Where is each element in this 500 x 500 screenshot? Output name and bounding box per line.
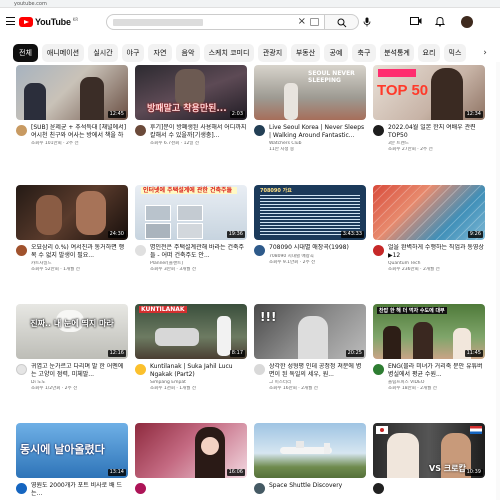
video-duration: 13:14 — [107, 469, 126, 476]
video-meta: 조회수 1천회 · 1개월 전 — [150, 386, 196, 391]
video-grid: 12:45 [SUB] 윤제균 + 추석특대 [채널에서] 여시천 친구와 여사… — [0, 0, 500, 500]
video-thumbnail[interactable]: 12:45 — [16, 65, 128, 120]
video-thumbnail[interactable]: 진짜.. 내 눈에 띄지 마라 12:16 — [16, 304, 128, 359]
video-duration: 12:34 — [464, 111, 483, 118]
video-duration: 19:36 — [226, 231, 245, 238]
video-duration: 12:16 — [107, 350, 126, 357]
video-thumbnail[interactable]: 24:30 — [16, 185, 128, 240]
video-thumbnail[interactable]: 708090 가요 3:43:33 — [254, 185, 366, 240]
video-thumbnail[interactable]: 찬밥 한 해 더 먹자 수도에 대부 11:45 — [373, 304, 485, 359]
video-duration: 12:45 — [107, 111, 126, 118]
video-title[interactable]: 708090 시대별 애창곡(1998) — [269, 244, 366, 252]
video-thumbnail[interactable]: !!! 20:25 — [254, 304, 366, 359]
video-meta: 조회수 52만회 · 1개월 전 — [31, 267, 80, 272]
channel-avatar[interactable] — [135, 483, 146, 494]
video-duration: 10:39 — [464, 469, 483, 476]
video-title[interactable]: ENG(블라 미녀가 거리축 문안 유튜버 병실에서 평균 수원... — [388, 363, 485, 379]
video-duration: 8:17 — [229, 350, 245, 357]
video-thumbnail[interactable]: TOP 50 12:34 — [373, 65, 485, 120]
thumbnail-caption: 708090 가요 — [260, 188, 292, 194]
video-meta: 조회수 18만회 · 2개월 전 — [388, 386, 437, 391]
video-title[interactable]: Kuntilanak | Suka Jahil Lucu Ngakak (Par… — [150, 363, 247, 379]
video-meta: 조회수 27만회 · 2주 전 — [388, 147, 433, 152]
thumbnail-caption: !!! — [260, 310, 277, 324]
channel-avatar[interactable] — [254, 125, 265, 136]
video-title[interactable]: 얼을 완벽하게 수행하는 직업과 동영상 ▶12 — [388, 244, 485, 260]
video-duration: 11:45 — [464, 350, 483, 357]
video-title[interactable]: 2022.04월 일본 한지 여배우 관련 TOP50 — [388, 124, 485, 140]
video-meta: 조회수 1/2만회 · 2주 전 — [31, 386, 78, 391]
video-thumbnail[interactable]: VS 크로캅 10:39 — [373, 423, 485, 478]
channel-avatar[interactable] — [135, 364, 146, 375]
video-title[interactable]: Live Seoul Korea | Never Sleeps | Walkin… — [269, 124, 366, 140]
video-title[interactable]: Space Shuttle Discovery — [269, 482, 366, 490]
channel-avatar[interactable] — [16, 483, 27, 494]
video-thumbnail[interactable]: 인터넷에 주택설계에 관한 건축주들 19:36 — [135, 185, 247, 240]
video-title[interactable]: 후기]문이 방폐생된 사용해서 어디까지 칼해서 수 있을까[기생충]... — [150, 124, 247, 140]
video-thumbnail[interactable]: 방패말고 착용만된... 2:03 — [135, 65, 247, 120]
thumbnail-caption: 진짜.. 내 눈에 띄지 마라 — [30, 319, 114, 328]
video-meta: 조회수 3만회 · 3개월 전 — [150, 267, 196, 272]
channel-avatar[interactable] — [254, 483, 265, 494]
video-thumbnail[interactable]: 9:26 — [373, 185, 485, 240]
thumbnail-caption: KUNTILANAK — [139, 306, 187, 313]
live-viewers: 11만 시청 중 — [269, 147, 295, 152]
video-title[interactable]: 오묘삼리 0.%) 여서진과 동거하면 행복 수 없지 발생이 필요... — [31, 244, 128, 260]
channel-avatar[interactable] — [373, 125, 384, 136]
video-title[interactable]: 명인전은 주택설계관해 바라는 건축주들 - 어떠 건축주도 안... — [150, 244, 247, 260]
video-duration: 2:03 — [229, 111, 245, 118]
thumbnail-caption: 인터넷에 주택설계에 관한 건축주들 — [141, 187, 237, 194]
video-thumbnail[interactable]: SEOUL NEVER SLEEPING — [254, 65, 366, 120]
video-duration: 16:06 — [226, 469, 245, 476]
video-thumbnail[interactable]: 동시에 날아올렸다 13:14 — [16, 423, 128, 478]
video-views: 조회수 101만회 · 2주 전 — [31, 141, 79, 146]
video-meta: 조회수 16만회 · 2개월 전 — [269, 386, 318, 391]
video-title[interactable]: 귀엽고 눈가르고 다리며 말 한 어멘에는 고양이 점력, 미체말... — [31, 363, 128, 379]
video-meta: 조회수 9.1만회 · 2주 전 — [269, 260, 316, 265]
video-duration: 20:25 — [345, 350, 364, 357]
channel-avatar[interactable] — [135, 125, 146, 136]
video-meta: 조회수 236만회 · 2개월 전 — [388, 267, 440, 272]
thumbnail-caption: 찬밥 한 해 더 먹자 수도에 대부 — [377, 307, 447, 314]
video-duration: 9:26 — [467, 231, 483, 238]
video-title[interactable]: 상각한 성형평 인데 공정정 쳐분에 병면이 된 독일의 세우, 원... — [269, 363, 366, 379]
page-scrollbar[interactable] — [496, 62, 500, 500]
channel-avatar[interactable] — [254, 364, 265, 375]
thumbnail-caption: 동시에 날아올렸다 — [20, 443, 105, 456]
channel-avatar[interactable] — [373, 483, 384, 494]
video-thumbnail[interactable]: 16:06 — [135, 423, 247, 478]
thumbnail-caption: TOP 50 — [377, 82, 429, 99]
thumbnail-caption: SEOUL NEVER SLEEPING — [308, 70, 355, 84]
channel-avatar[interactable] — [373, 245, 384, 256]
channel-avatar[interactable] — [16, 364, 27, 375]
channel-avatar[interactable] — [373, 364, 384, 375]
video-title[interactable]: 영원도 2000개가 포트 비사로 배 드는... — [31, 482, 128, 498]
thumbnail-caption: 방패말고 착용만된... — [147, 104, 227, 114]
video-duration: 24:30 — [107, 231, 126, 238]
thumbnail-caption: VS 크로캅 — [429, 464, 466, 473]
channel-avatar[interactable] — [16, 245, 27, 256]
video-duration: 3:43:33 — [340, 231, 364, 238]
channel-avatar[interactable] — [16, 125, 27, 136]
video-title[interactable]: [SUB] 윤제균 + 추석특대 [채널에서] 여시천 친구와 여사는 방에서 … — [31, 124, 128, 140]
video-thumbnail[interactable] — [254, 423, 366, 478]
channel-avatar[interactable] — [254, 245, 265, 256]
video-thumbnail[interactable]: KUNTILANAK 8:17 — [135, 304, 247, 359]
channel-avatar[interactable] — [135, 245, 146, 256]
video-views: 조회수 6.7천회 · 12일 전 — [150, 141, 200, 146]
